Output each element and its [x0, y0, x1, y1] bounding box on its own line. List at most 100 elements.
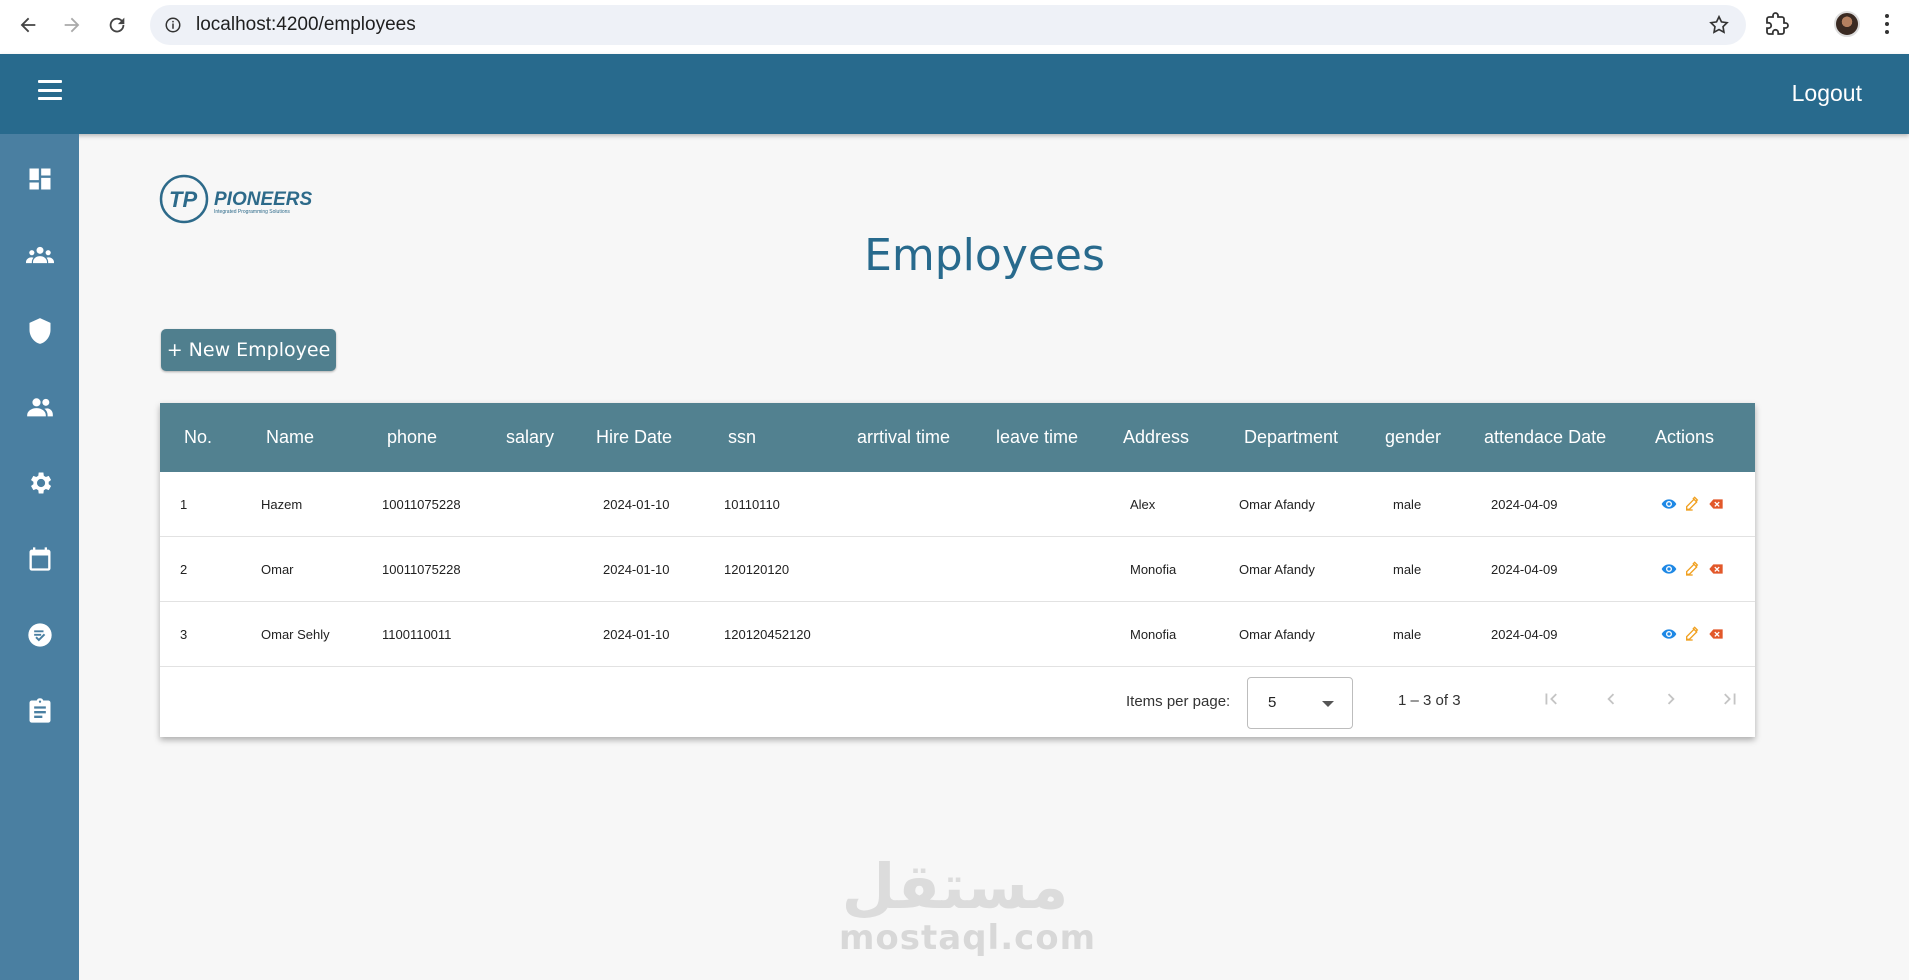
cell-attendance-date: 2024-04-09	[1491, 627, 1558, 642]
cell-phone: 10011075228	[382, 497, 461, 512]
dashboard-icon	[29, 168, 50, 190]
column-header-hire-date[interactable]: Hire Date	[596, 427, 672, 448]
edit-icon	[1686, 626, 1699, 641]
view-button[interactable]	[1661, 626, 1677, 642]
sidebar-item-permissions[interactable]	[0, 301, 79, 361]
svg-text:PIONEERS: PIONEERS	[214, 189, 313, 210]
pioneers-logo: TP PIONEERS Integrated Programming Solut…	[159, 174, 313, 224]
first-page-button[interactable]	[1536, 684, 1566, 714]
back-arrow-icon	[20, 17, 36, 33]
column-header-arrival-time[interactable]: arrtival time	[857, 427, 950, 448]
reload-button[interactable]	[95, 3, 139, 47]
people-icon	[26, 398, 53, 417]
new-employee-button[interactable]: + New Employee	[161, 329, 336, 371]
address-bar[interactable]: localhost:4200/employees	[150, 5, 1746, 45]
shield-icon	[29, 318, 50, 344]
last-page-button[interactable]	[1715, 684, 1745, 714]
range-label: 1 – 3 of 3	[1398, 692, 1461, 709]
cell-gender: male	[1393, 562, 1422, 577]
delete-button[interactable]	[1708, 561, 1724, 577]
svg-text:TP: TP	[169, 187, 197, 212]
cell-hire-date: 2024-01-10	[603, 562, 670, 577]
column-header-department[interactable]: Department	[1244, 427, 1338, 448]
sidebar-item-calendar[interactable]	[0, 529, 79, 589]
previous-page-button[interactable]	[1596, 684, 1626, 714]
edit-icon	[1686, 561, 1699, 576]
edit-icon	[1686, 496, 1699, 511]
cell-address: Alex	[1130, 497, 1156, 512]
svg-text:Integrated Programming Solutio: Integrated Programming Solutions	[214, 209, 290, 215]
edit-button[interactable]	[1684, 626, 1700, 642]
bookmark-star-icon[interactable]	[1708, 14, 1730, 36]
paginator: Items per page: 5 1 – 3 of 3	[160, 668, 1755, 729]
cell-hire-date: 2024-01-10	[603, 497, 670, 512]
cell-ssn: 120120452120	[724, 627, 811, 642]
delete-button[interactable]	[1708, 626, 1724, 642]
cell-no: 1	[180, 497, 188, 512]
chevron-left-icon	[1607, 693, 1615, 705]
cell-no: 2	[180, 562, 188, 577]
sidebar-item-reports[interactable]	[0, 681, 79, 741]
column-header-gender[interactable]: gender	[1385, 427, 1441, 448]
items-per-page-select[interactable]: 5	[1247, 677, 1353, 729]
column-header-salary[interactable]: salary	[506, 427, 554, 448]
logout-button[interactable]: Logout	[1792, 80, 1862, 107]
edit-button[interactable]	[1684, 561, 1700, 577]
first-page-icon	[1545, 693, 1557, 705]
cell-department: Omar Afandy	[1239, 562, 1315, 577]
delete-backspace-icon	[1709, 499, 1723, 509]
column-header-leave-time[interactable]: leave time	[996, 427, 1078, 448]
last-page-icon	[1724, 693, 1736, 705]
cell-address: Monofia	[1130, 562, 1177, 577]
cell-gender: male	[1393, 497, 1422, 512]
sidebar-item-settings[interactable]	[0, 453, 79, 513]
column-header-ssn[interactable]: ssn	[728, 427, 756, 448]
url-text: localhost:4200/employees	[196, 14, 416, 35]
cell-phone: 10011075228	[382, 562, 461, 577]
cell-department: Omar Afandy	[1239, 497, 1315, 512]
column-header-attendance-date[interactable]: attendace Date	[1484, 427, 1606, 448]
cell-attendance-date: 2024-04-09	[1491, 562, 1558, 577]
table-row: 1 Hazem 10011075228 2024-01-10 10110110 …	[160, 472, 1755, 537]
watermark-text: mostaql.com	[839, 918, 1097, 958]
column-header-address[interactable]: Address	[1123, 427, 1189, 448]
next-page-button[interactable]	[1656, 684, 1686, 714]
gear-icon	[30, 472, 51, 494]
calendar-icon	[29, 547, 50, 571]
cell-name: Omar	[261, 562, 294, 577]
delete-backspace-icon	[1709, 564, 1723, 574]
eye-icon	[1661, 629, 1677, 639]
sidebar-item-attendance[interactable]	[0, 605, 79, 665]
cell-phone: 1100110011	[382, 627, 452, 642]
column-header-no[interactable]: No.	[184, 427, 212, 448]
sidebar-item-dashboard[interactable]	[0, 149, 79, 209]
cell-gender: male	[1393, 627, 1422, 642]
app-header: Logout	[0, 54, 1909, 134]
table-row: 2 Omar 10011075228 2024-01-10 120120120 …	[160, 537, 1755, 602]
cell-hire-date: 2024-01-10	[603, 627, 670, 642]
view-button[interactable]	[1661, 561, 1677, 577]
edit-button[interactable]	[1684, 496, 1700, 512]
page-title: Employees	[864, 230, 1105, 281]
extensions-puzzle-icon[interactable]	[1765, 12, 1789, 36]
column-header-phone[interactable]: phone	[387, 427, 437, 448]
cell-no: 3	[180, 627, 188, 642]
view-button[interactable]	[1661, 496, 1677, 512]
cell-address: Monofia	[1130, 627, 1177, 642]
profile-avatar[interactable]	[1834, 11, 1860, 37]
back-button[interactable]	[6, 3, 50, 47]
items-per-page-label: Items per page:	[1126, 693, 1231, 710]
browser-toolbar: localhost:4200/employees	[0, 0, 1909, 54]
column-header-name[interactable]: Name	[266, 427, 314, 448]
cell-name: Omar Sehly	[261, 627, 330, 642]
cell-department: Omar Afandy	[1239, 627, 1315, 642]
cell-attendance-date: 2024-04-09	[1491, 497, 1558, 512]
delete-button[interactable]	[1708, 496, 1724, 512]
browser-menu-icon[interactable]	[1884, 12, 1890, 36]
svg-text:مستقل: مستقل	[842, 850, 1069, 923]
forward-button[interactable]	[50, 3, 94, 47]
sidebar-item-employees[interactable]	[0, 377, 79, 437]
menu-toggle-icon[interactable]	[38, 80, 62, 100]
site-info-icon[interactable]	[164, 16, 182, 34]
items-per-page-value: 5	[1268, 694, 1277, 711]
